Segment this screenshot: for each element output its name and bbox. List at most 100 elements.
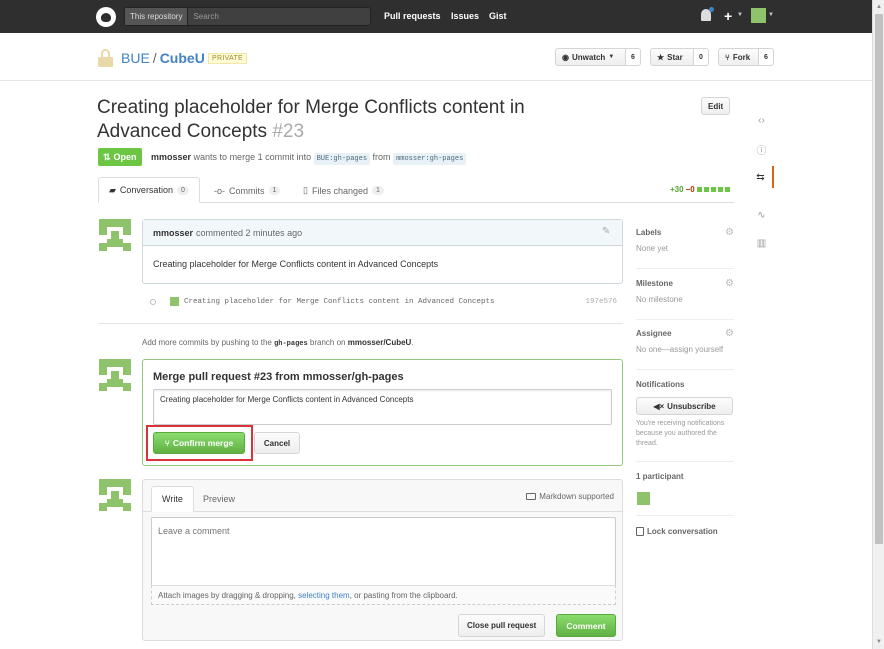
pull-request-icon: ⇅ — [103, 151, 111, 162]
notifications-heading: Notifications — [636, 380, 685, 389]
scroll-down-arrow-icon[interactable]: ▼ — [876, 639, 882, 645]
edit-title-button[interactable]: Edit — [701, 97, 731, 115]
github-logo-icon[interactable] — [96, 7, 116, 27]
select-files-link[interactable]: selecting them — [298, 591, 350, 600]
gear-icon[interactable]: ⚙ — [725, 278, 734, 289]
attach-suffix: , or pasting from the clipboard. — [349, 591, 458, 600]
hint-prefix: Add more commits by pushing to the — [142, 338, 272, 347]
commit-sha-link[interactable]: 197e576 — [585, 298, 617, 306]
notifications-reason: You're receiving notifications because y… — [636, 420, 725, 447]
repo-name-link[interactable]: CubeU — [160, 50, 205, 66]
attach-prefix: Attach images by dragging & dropping, — [158, 591, 296, 600]
hint-suffix: . — [411, 338, 414, 347]
pull-requests-icon[interactable]: ⇆ — [749, 166, 774, 188]
issues-icon[interactable]: ⓘ — [749, 138, 774, 160]
comment-discussion-icon: ▰ — [109, 184, 116, 195]
avatar[interactable] — [99, 359, 131, 391]
scroll-up-arrow-icon[interactable]: ▲ — [876, 4, 882, 10]
private-badge: PRIVATE — [208, 53, 248, 64]
notifications-bell-icon[interactable] — [701, 7, 714, 21]
tab-files-changed[interactable]: ▯ Files changed 1 — [303, 178, 384, 203]
confirm-merge-highlight — [146, 425, 253, 461]
search-input[interactable] — [188, 12, 339, 21]
scrollbar-thumb[interactable] — [875, 14, 883, 544]
tab-commits[interactable]: -o- Commits 1 — [214, 178, 281, 203]
base-branch: BUE:gh-pages — [313, 153, 371, 165]
fork-label: Fork — [732, 52, 751, 62]
sidebar-milestone: Milestone ⚙ No milestone — [636, 278, 734, 304]
comment-button[interactable]: Comment — [556, 614, 616, 637]
close-pull-request-button[interactable]: Close pull request — [458, 614, 546, 637]
chevron-down-icon[interactable]: ▼ — [737, 12, 743, 18]
pr-title: Creating placeholder for Merge Conflicts… — [97, 96, 587, 144]
code-icon[interactable]: ‹› — [749, 109, 774, 131]
gear-icon[interactable]: ⚙ — [725, 328, 734, 339]
eye-icon: ◉ — [562, 52, 569, 62]
private-lock-icon — [98, 49, 113, 67]
top-navigation-bar: This repository Pull requests Issues Gis… — [0, 0, 872, 33]
hint-branch: gh-pages — [274, 340, 308, 348]
attach-images-hint: Attach images by dragging & dropping, se… — [151, 585, 616, 605]
graphs-icon[interactable]: ▥ — [749, 232, 774, 254]
markdown-icon — [526, 493, 537, 500]
comment-body: Creating placeholder for Merge Conflicts… — [153, 259, 439, 269]
cancel-button[interactable]: Cancel — [254, 432, 300, 454]
assign-yourself-link[interactable]: No one—assign yourself — [636, 345, 734, 354]
comment-author-link[interactable]: mmosser — [153, 228, 193, 238]
nav-issues[interactable]: Issues — [451, 11, 479, 21]
avatar[interactable] — [99, 219, 131, 251]
nav-gist[interactable]: Gist — [489, 11, 507, 21]
pr-meta: mmosser wants to merge 1 commit into BUE… — [151, 152, 467, 165]
create-new-plus-icon[interactable]: + — [724, 8, 732, 24]
star-button[interactable]: ★ Star — [650, 48, 694, 66]
tab-files-label: Files changed — [311, 185, 368, 196]
chevron-down-icon[interactable]: ▼ — [768, 12, 774, 18]
stars-count[interactable]: 0 — [694, 48, 709, 66]
hint-repo: mmosser/CubeU — [347, 338, 412, 347]
comment-textarea[interactable] — [151, 517, 616, 585]
fork-button[interactable]: ⑂ Fork — [718, 48, 759, 66]
gear-icon[interactable]: ⚙ — [725, 227, 734, 238]
tab-conversation[interactable]: ▰ Conversation 0 — [98, 177, 200, 203]
commit-author-avatar[interactable] — [170, 297, 179, 306]
unsubscribe-label: Unsubscribe — [667, 401, 716, 411]
pr-state-badge: ⇅ Open — [98, 148, 142, 166]
markdown-help-link[interactable]: Markdown supported — [526, 492, 614, 501]
tab-preview[interactable]: Preview — [193, 486, 245, 512]
pr-author-link[interactable]: mmosser — [151, 152, 191, 162]
sidebar-divider — [636, 369, 734, 370]
sidebar-divider — [636, 461, 734, 462]
diffstat: +30 −0 — [670, 185, 730, 194]
diffstat-deletions: −0 — [685, 185, 695, 194]
unsubscribe-button[interactable]: ◀× Unsubscribe — [636, 397, 733, 415]
repo-title: BUE / CubeU — [121, 50, 205, 66]
user-avatar[interactable] — [751, 8, 766, 23]
repo-owner-link[interactable]: BUE — [121, 50, 150, 66]
unwatch-button[interactable]: ◉ Unwatch ▼ — [555, 48, 626, 66]
sidebar-divider — [636, 268, 734, 269]
fork-icon: ⑂ — [725, 52, 730, 62]
pulse-icon[interactable]: ∿ — [749, 204, 774, 226]
vertical-scrollbar[interactable]: ▲ ▼ — [872, 0, 884, 649]
comment-timestamp[interactable]: commented 2 minutes ago — [196, 228, 302, 238]
new-comment-form: Write Preview Markdown supported Attach … — [142, 479, 623, 641]
timeline-divider — [98, 323, 623, 324]
watchers-count[interactable]: 6 — [626, 48, 641, 66]
assignee-heading: Assignee — [636, 329, 672, 338]
nav-pull-requests[interactable]: Pull requests — [384, 11, 441, 21]
pr-title-text: Creating placeholder for Merge Conflicts… — [97, 97, 525, 142]
avatar[interactable] — [99, 479, 131, 511]
lock-conversation-link[interactable]: Lock conversation — [636, 527, 718, 536]
search-box[interactable]: This repository — [124, 7, 371, 26]
pencil-icon[interactable]: ✎ — [602, 227, 612, 237]
participant-avatar[interactable] — [637, 492, 650, 505]
commit-message-link[interactable]: Creating placeholder for Merge Conflicts… — [184, 298, 495, 306]
comment-header: mmosser commented 2 minutes ago ✎ — [143, 220, 622, 246]
search-scope-label: This repository — [125, 8, 189, 25]
merge-message-field[interactable]: Creating placeholder for Merge Conflicts… — [153, 389, 612, 425]
forks-count[interactable]: 6 — [759, 48, 774, 66]
tab-conversation-count: 0 — [176, 185, 189, 195]
pr-comment: mmosser commented 2 minutes ago ✎ Creati… — [142, 219, 623, 284]
sidebar-labels: Labels ⚙ None yet — [636, 227, 734, 253]
tab-write[interactable]: Write — [151, 486, 194, 512]
